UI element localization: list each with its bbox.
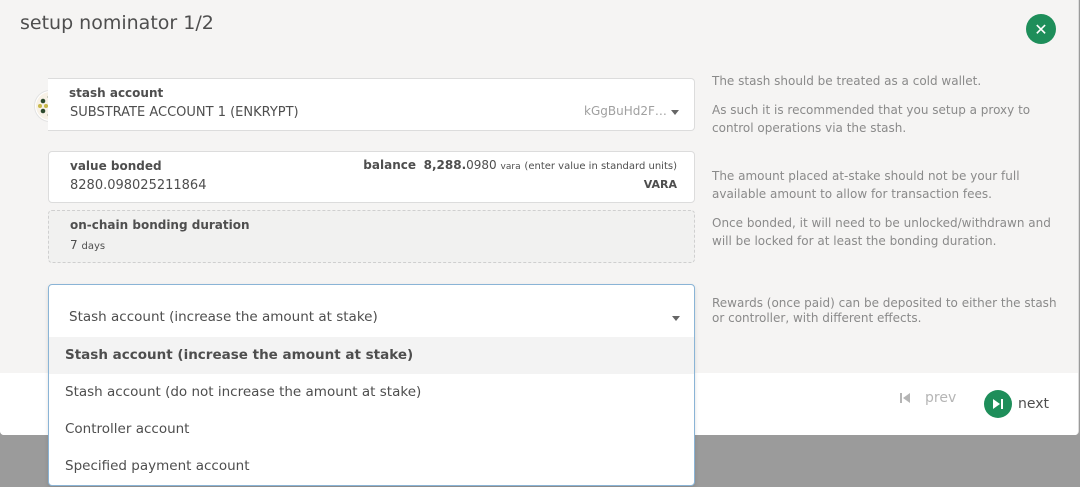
stash-hint-2: As such it is recommended that you setup… — [712, 103, 1031, 135]
value-bonded-amount: 8280.098025211864 — [70, 178, 207, 193]
bonding-duration-label: on-chain bonding duration — [70, 218, 250, 232]
chevron-down-icon — [672, 316, 680, 321]
balance-label: balance — [363, 158, 416, 172]
stash-account-label: stash account — [69, 86, 164, 100]
stash-account-select[interactable]: stash account SUBSTRATE ACCOUNT 1 (ENKRY… — [48, 78, 695, 131]
bonded-hint: The amount placed at-stake should not be… — [712, 169, 1020, 201]
units-hint: (enter value in standard units) — [524, 161, 677, 172]
close-button[interactable]: ✕ — [1026, 14, 1056, 44]
rewards-option-stash-increase[interactable]: Stash account (increase the amount at st… — [49, 337, 694, 374]
prev-button[interactable]: prev — [899, 390, 956, 406]
value-bonded-label: value bonded — [70, 159, 162, 173]
chevron-down-icon — [671, 110, 679, 115]
bonding-duration-value: 7 days — [70, 238, 105, 252]
rewards-destination-dropdown[interactable]: Stash account (increase the amount at st… — [48, 284, 695, 486]
next-button[interactable]: next — [984, 390, 1049, 418]
duration-unit: days — [81, 241, 106, 252]
balance-unit: vara — [500, 162, 521, 172]
currency-selector[interactable]: VARA — [644, 178, 677, 191]
rewards-option-specified[interactable]: Specified payment account — [49, 448, 694, 485]
balance-display: balance 8,288.0980 vara (enter value in … — [363, 158, 677, 172]
close-icon: ✕ — [1034, 19, 1048, 39]
skip-forward-icon — [993, 399, 1003, 409]
duration-number: 7 — [70, 238, 78, 252]
modal-title: setup nominator 1/2 — [20, 12, 214, 34]
rewards-hint: Rewards (once paid) can be deposited to … — [712, 296, 1057, 325]
prev-label: prev — [925, 390, 957, 406]
bonding-duration-field: on-chain bonding duration 7 days — [48, 210, 695, 263]
next-label: next — [1018, 396, 1050, 412]
balance-whole: 8,288. — [423, 158, 467, 172]
rewards-option-controller[interactable]: Controller account — [49, 411, 694, 448]
stash-account-address: kGgBuHd2F… — [584, 104, 667, 118]
balance-fraction: 0980 — [466, 158, 497, 172]
value-bonded-input[interactable]: value bonded 8280.098025211864 balance 8… — [48, 151, 695, 203]
duration-hint: Once bonded, it will need to be unlocked… — [712, 216, 1051, 248]
stash-account-name: SUBSTRATE ACCOUNT 1 (ENKRYPT) — [70, 105, 299, 120]
skip-back-icon — [900, 393, 910, 403]
rewards-option-stash-no-increase[interactable]: Stash account (do not increase the amoun… — [49, 374, 694, 411]
next-icon-circle — [984, 390, 1012, 418]
stash-hint-1: The stash should be treated as a cold wa… — [712, 74, 982, 88]
rewards-destination-value: Stash account (increase the amount at st… — [69, 309, 378, 325]
